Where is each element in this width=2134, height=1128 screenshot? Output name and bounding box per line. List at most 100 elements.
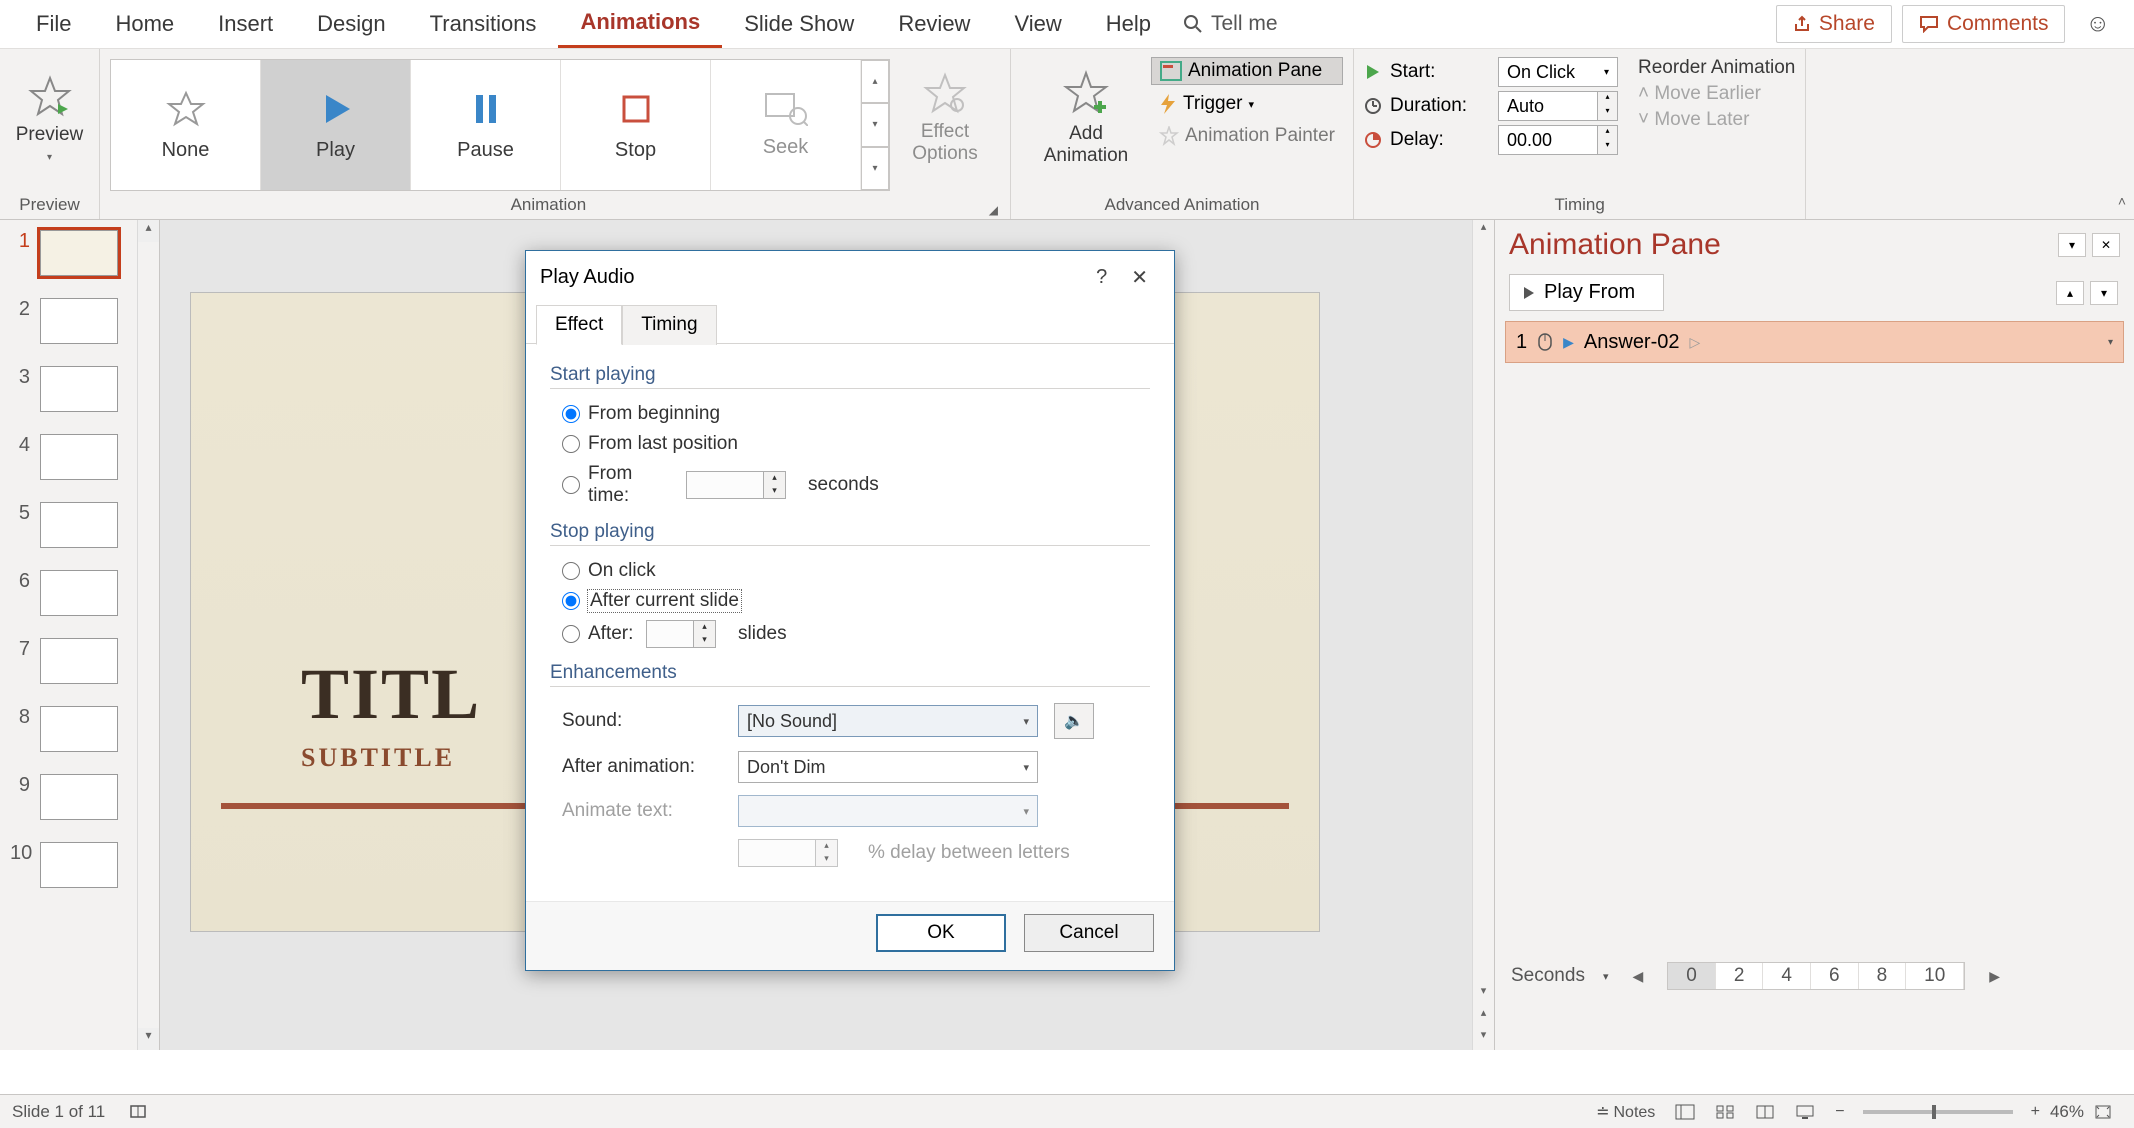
move-earlier-button[interactable]: ˄ Move Earlier (1638, 83, 1795, 105)
timeline-next-icon[interactable]: ▶ (1983, 968, 2006, 985)
play-from-button[interactable]: Play From (1509, 274, 1664, 311)
tab-review[interactable]: Review (876, 1, 992, 47)
feedback-smiley-icon[interactable]: ☺ (2075, 10, 2120, 38)
move-later-button[interactable]: ˅ Move Later (1638, 109, 1795, 131)
anim-item-menu-icon[interactable]: ▾ (2108, 337, 2113, 348)
sound-dropdown[interactable]: [No Sound]▾ (738, 705, 1038, 737)
slideshow-view-icon[interactable] (1785, 1104, 1825, 1120)
thumb-10[interactable] (40, 842, 118, 888)
delay-spinner[interactable]: ▴▾ (1598, 125, 1618, 155)
seconds-label[interactable]: Seconds (1511, 965, 1585, 987)
start-dropdown[interactable]: On Click▾ (1498, 57, 1618, 87)
tab-view[interactable]: View (992, 1, 1083, 47)
tab-transitions[interactable]: Transitions (408, 1, 559, 47)
duration-field[interactable]: Auto (1498, 91, 1598, 121)
close-pane-icon[interactable]: ✕ (2092, 233, 2120, 257)
radio-from-time-input[interactable] (562, 476, 580, 494)
radio-from-beginning[interactable]: From beginning (550, 399, 1150, 429)
thumb-7[interactable] (40, 638, 118, 684)
animation-pane-toggle[interactable]: Animation Pane (1151, 57, 1343, 85)
zoom-slider[interactable] (1863, 1110, 2013, 1114)
thumb-8[interactable] (40, 706, 118, 752)
anim-seek[interactable]: Seek (711, 60, 861, 190)
zoom-out-icon[interactable]: − (1825, 1103, 1854, 1121)
animation-painter-button[interactable]: Animation Painter (1151, 123, 1343, 149)
radio-from-last-input[interactable] (562, 435, 580, 453)
comments-button[interactable]: Comments (1902, 5, 2066, 43)
tab-animations[interactable]: Animations (558, 0, 722, 49)
prev-slide-icon[interactable]: ▴ (1473, 1006, 1494, 1028)
thumb-4[interactable] (40, 434, 118, 480)
fit-window-icon[interactable] (2084, 1104, 2122, 1120)
tab-help[interactable]: Help (1084, 1, 1173, 47)
radio-from-last[interactable]: From last position (550, 429, 1150, 459)
anim-none[interactable]: None (111, 60, 261, 190)
tab-design[interactable]: Design (295, 1, 407, 47)
scroll-down-icon[interactable]: ▾ (138, 1028, 159, 1050)
delay-letters-field[interactable]: ▴▾ (738, 839, 838, 867)
duration-spinner[interactable]: ▴▾ (1598, 91, 1618, 121)
dialog-tab-effect[interactable]: Effect (536, 305, 622, 345)
scroll-down-icon[interactable]: ▾ (1473, 984, 1494, 1006)
timeline-ruler[interactable]: 0 2 4 6 8 10 (1667, 962, 1965, 990)
help-icon[interactable]: ? (1084, 262, 1119, 293)
zoom-percent[interactable]: 46% (2050, 1102, 2084, 1122)
collapse-ribbon-icon[interactable]: ˄ (2118, 193, 2126, 209)
anim-play[interactable]: Play (261, 60, 411, 190)
animation-list-item[interactable]: 1 ▶ Answer-02 ▷ ▾ (1505, 321, 2124, 363)
enhancements-header: Enhancements (550, 662, 677, 683)
radio-on-click-input[interactable] (562, 562, 580, 580)
thumb-3[interactable] (40, 366, 118, 412)
dialog-tab-timing[interactable]: Timing (622, 305, 716, 345)
tell-me[interactable]: Tell me (1173, 2, 1288, 46)
thumb-6[interactable] (40, 570, 118, 616)
radio-after-current-input[interactable] (562, 592, 580, 610)
after-slides-field[interactable]: ▴▾ (646, 620, 716, 648)
reorder-down-icon[interactable]: ▾ (2090, 281, 2118, 305)
preview-button[interactable]: Preview ▾ (10, 53, 89, 183)
thumb-2[interactable] (40, 298, 118, 344)
dialog-launcher-icon[interactable]: ◢ (987, 203, 1000, 219)
trigger-button[interactable]: Trigger ▾ (1151, 91, 1343, 117)
next-slide-icon[interactable]: ▾ (1473, 1028, 1494, 1050)
ok-button[interactable]: OK (876, 914, 1006, 952)
from-time-field[interactable]: ▴▾ (686, 471, 786, 499)
reorder-up-icon[interactable]: ▴ (2056, 281, 2084, 305)
pane-menu-icon[interactable]: ▾ (2058, 233, 2086, 257)
thumb-9[interactable] (40, 774, 118, 820)
anim-pause[interactable]: Pause (411, 60, 561, 190)
add-animation-button[interactable]: Add Animation (1021, 53, 1151, 183)
thumb-5[interactable] (40, 502, 118, 548)
timeline-prev-icon[interactable]: ◀ (1626, 968, 1649, 985)
reading-view-icon[interactable] (1745, 1104, 1785, 1120)
delay-field[interactable]: 00.00 (1498, 125, 1598, 155)
radio-after-n-input[interactable] (562, 625, 580, 643)
tab-insert[interactable]: Insert (196, 1, 295, 47)
sorter-view-icon[interactable] (1705, 1104, 1745, 1120)
canvas-scrollbar-v[interactable]: ▴ ▾ ▴ ▾ (1472, 220, 1494, 1050)
gallery-spinner[interactable]: ▴▾▾ (861, 60, 889, 190)
tab-home[interactable]: Home (93, 1, 196, 47)
sound-preview-icon[interactable]: 🔈 (1054, 703, 1094, 739)
radio-after-current[interactable]: After current slide (550, 586, 1150, 616)
tab-slideshow[interactable]: Slide Show (722, 1, 876, 47)
thumb-1[interactable] (40, 230, 118, 276)
close-icon[interactable]: ✕ (1119, 261, 1160, 294)
radio-from-beginning-input[interactable] (562, 405, 580, 423)
scroll-up-icon[interactable]: ▴ (138, 220, 159, 242)
anim-stop[interactable]: Stop (561, 60, 711, 190)
effect-options-button[interactable]: Effect Options (890, 53, 1000, 183)
normal-view-icon[interactable] (1665, 1104, 1705, 1120)
notes-button[interactable]: ≐Notes (1586, 1102, 1665, 1122)
thumbs-scrollbar[interactable]: ▴ ▾ (137, 220, 159, 1050)
spellcheck-icon[interactable] (119, 1103, 159, 1121)
animate-text-dropdown[interactable]: ▾ (738, 795, 1038, 827)
share-button[interactable]: Share (1776, 5, 1892, 43)
scroll-up-icon[interactable]: ▴ (1473, 220, 1494, 242)
tab-file[interactable]: File (14, 1, 93, 47)
radio-on-click[interactable]: On click (550, 556, 1150, 586)
after-animation-dropdown[interactable]: Don't Dim▾ (738, 751, 1038, 783)
cancel-button[interactable]: Cancel (1024, 914, 1154, 952)
zoom-in-icon[interactable]: + (2021, 1103, 2050, 1121)
ribbon-tabs: File Home Insert Design Transitions Anim… (0, 0, 2134, 48)
